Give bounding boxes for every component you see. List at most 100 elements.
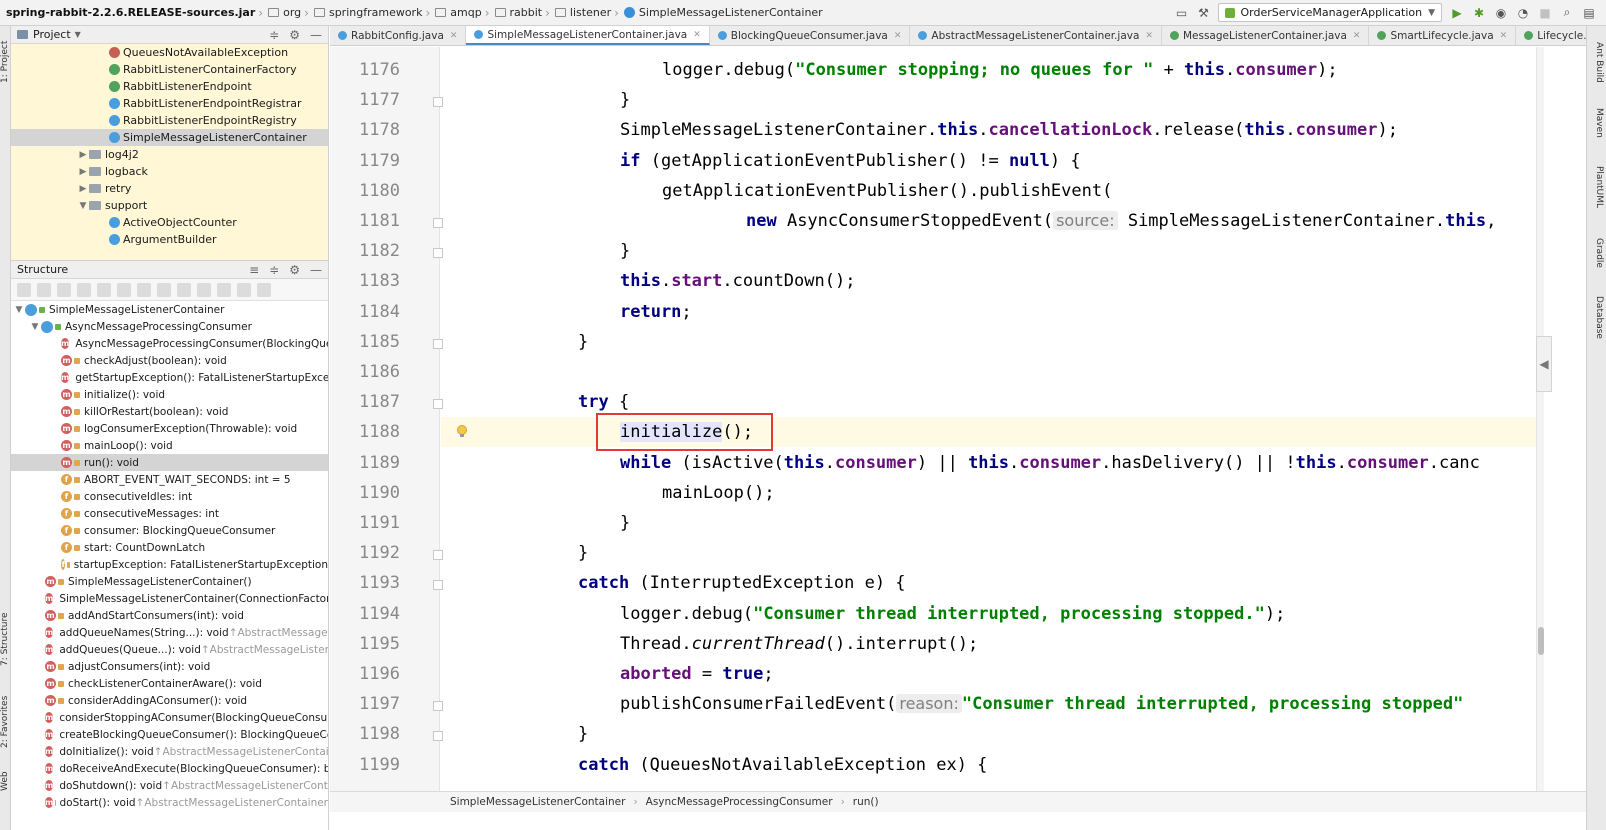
editor-gutter[interactable]: 1176 1177 1178 1179 1180 1181 1182 1183 1184 1185…: [330, 47, 440, 791]
collapse-all-icon[interactable]: ≑: [269, 263, 279, 277]
collapse-icon[interactable]: [217, 282, 231, 297]
favorites-tool-tab[interactable]: 2: Favorites: [0, 686, 11, 758]
code-line[interactable]: return;: [441, 297, 692, 327]
code-line[interactable]: }: [441, 236, 630, 266]
run-configuration-select[interactable]: OrderServiceManagerApplication ▼: [1218, 3, 1442, 22]
code-line[interactable]: while (isActive(this.consumer) || this.c…: [441, 448, 1480, 478]
structure-tree-item[interactable]: ▼ AsyncMessageProcessingConsumer: [11, 318, 328, 335]
group-icon[interactable]: [57, 282, 71, 297]
code-line[interactable]: }: [441, 85, 630, 115]
breadcrumb-item[interactable]: org: [266, 6, 301, 19]
plantuml-tab[interactable]: PlantUML: [1590, 166, 1604, 230]
database-tab[interactable]: Database: [1590, 296, 1604, 362]
project-tree-item[interactable]: QueuesNotAvailableException: [11, 44, 328, 61]
chevron-down-icon[interactable]: ▼: [77, 201, 89, 211]
code-line[interactable]: catch (QueuesNotAvailableException ex) {: [441, 750, 987, 780]
structure-tree-item[interactable]: m considerAddingAConsumer(): void: [11, 692, 328, 709]
structure-tree-item[interactable]: m doInitialize(): void ↑AbstractMessageLis…: [11, 743, 328, 760]
show-lambdas-icon[interactable]: [137, 282, 151, 297]
stop-icon[interactable]: ■: [1538, 6, 1552, 20]
breadcrumb-item[interactable]: springframework: [312, 6, 422, 19]
structure-tree-item[interactable]: m addQueueNames(String...): void ↑Abstract…: [11, 624, 328, 641]
code-line[interactable]: if (getApplicationEventPublisher() != nu…: [441, 146, 1081, 176]
code-editor[interactable]: 1176 1177 1178 1179 1180 1181 1182 1183 1184 1185…: [330, 47, 1536, 791]
scrollbar-thumb[interactable]: [1538, 627, 1544, 655]
breadcrumb-item[interactable]: amqp: [433, 6, 482, 19]
debug-icon[interactable]: ✱: [1472, 6, 1486, 20]
search-icon[interactable]: ⌕: [1560, 5, 1574, 20]
project-tree-item[interactable]: ▼ support: [11, 197, 328, 214]
status-breadcrumb-item[interactable]: run(): [853, 796, 879, 808]
gradle-tab[interactable]: Gradle: [1590, 238, 1604, 288]
project-tree-item[interactable]: ▶ log4j2: [11, 146, 328, 163]
project-tree-item[interactable]: RabbitListenerEndpointRegistrar: [11, 95, 328, 112]
structure-tree-item[interactable]: m doReceiveAndExecute(BlockingQueueConsum…: [11, 760, 328, 777]
close-icon[interactable]: ✕: [693, 30, 701, 40]
structure-tree-item[interactable]: f consecutiveIdles: int: [11, 488, 328, 505]
show-inherited-icon[interactable]: [177, 282, 191, 297]
expand-icon[interactable]: [197, 282, 211, 297]
show-properties-icon[interactable]: [77, 282, 91, 297]
code-line[interactable]: }: [441, 538, 588, 568]
structure-tree-item[interactable]: f consecutiveMessages: int: [11, 505, 328, 522]
hide-icon[interactable]: —: [310, 263, 322, 277]
autoscroll-to-source-icon[interactable]: [237, 282, 251, 297]
structure-tree-item[interactable]: f consumer: BlockingQueueConsumer: [11, 522, 328, 539]
editor-tab[interactable]: SimpleMessageListenerContainer.java ✕: [466, 26, 710, 45]
structure-tree-item[interactable]: m logConsumerException(Throwable): void: [11, 420, 328, 437]
ant-build-tab[interactable]: Ant Build: [1590, 42, 1604, 102]
coverage-icon[interactable]: ◉: [1494, 6, 1508, 20]
editor-tab[interactable]: AbstractMessageListenerContainer.java ✕: [910, 26, 1162, 45]
structure-tree-item[interactable]: f ABORT_EVENT_WAIT_SECONDS: int = 5: [11, 471, 328, 488]
sort-alpha-icon[interactable]: [17, 282, 31, 297]
structure-tree-item[interactable]: m AsyncMessageProcessingConsumer(Blocking…: [11, 335, 328, 352]
project-tree-item[interactable]: ▶ logback: [11, 163, 328, 180]
structure-tree-item[interactable]: m mainLoop(): void: [11, 437, 328, 454]
breadcrumb-item[interactable]: rabbit: [493, 6, 542, 19]
chevron-right-icon[interactable]: ▶: [77, 167, 89, 177]
project-panel-title[interactable]: Project: [33, 28, 71, 41]
code-line[interactable]: mainLoop();: [441, 478, 775, 508]
code-line[interactable]: logger.debug("Consumer thread interrupte…: [441, 599, 1285, 629]
code-line[interactable]: logger.debug("Consumer stopping; no queu…: [441, 55, 1338, 85]
project-tool-tab[interactable]: 1: Project: [0, 30, 11, 94]
code-line[interactable]: }: [441, 508, 630, 538]
structure-tree-item[interactable]: m checkAdjust(boolean): void: [11, 352, 328, 369]
editor-scrollbar[interactable]: [1536, 47, 1544, 791]
close-icon[interactable]: ✕: [450, 31, 458, 41]
web-tool-tab[interactable]: Web: [0, 766, 11, 796]
show-nonpublic-icon[interactable]: [117, 282, 131, 297]
sort-visibility-icon[interactable]: [37, 282, 51, 297]
chevron-right-icon[interactable]: ▶: [77, 184, 89, 194]
structure-tree-item[interactable]: f start: CountDownLatch: [11, 539, 328, 556]
structure-tree-item[interactable]: m initialize(): void: [11, 386, 328, 403]
project-tree-item[interactable]: RabbitListenerContainerFactory: [11, 61, 328, 78]
collapse-sidebar-icon[interactable]: ◀: [1536, 336, 1552, 392]
code-line[interactable]: getApplicationEventPublisher().publishEv…: [441, 176, 1112, 206]
editor-tab[interactable]: Lifecycle.java✕: [1516, 26, 1586, 45]
editor-tab[interactable]: RabbitConfig.java ✕: [330, 26, 467, 45]
structure-tree-item[interactable]: m addQueues(Queue...): void ↑AbstractMessa…: [11, 641, 328, 658]
chevron-down-icon[interactable]: ▼: [29, 322, 41, 332]
project-tree-item[interactable]: ActiveObjectCounter: [11, 214, 328, 231]
editor-tab[interactable]: MessageListenerContainer.java ✕: [1162, 26, 1370, 45]
structure-tree-item[interactable]: m createBlockingQueueConsumer(): Blocking…: [11, 726, 328, 743]
structure-tree-item[interactable]: m checkListenerContainerAware(): void: [11, 675, 328, 692]
gear-icon[interactable]: ⚙: [289, 263, 300, 277]
lightbulb-icon[interactable]: [456, 425, 468, 439]
close-icon[interactable]: ✕: [1145, 31, 1153, 41]
editor-tab[interactable]: SmartLifecycle.java ✕: [1369, 26, 1517, 45]
structure-tree-item[interactable]: f startupException: FatalListenerStartupE…: [11, 556, 328, 573]
structure-tree-item[interactable]: m addAndStartConsumers(int): void: [11, 607, 328, 624]
chevron-down-icon[interactable]: ▼: [13, 305, 25, 315]
structure-tree-item[interactable]: m adjustConsumers(int): void: [11, 658, 328, 675]
expand-all-icon[interactable]: ≡: [249, 263, 259, 277]
close-icon[interactable]: ✕: [1353, 31, 1361, 41]
project-tree-item[interactable]: RabbitListenerEndpoint: [11, 78, 328, 95]
code-line[interactable]: new AsyncConsumerStoppedEvent(source: Si…: [441, 206, 1496, 236]
structure-tree-item[interactable]: m killOrRestart(boolean): void: [11, 403, 328, 420]
gear-icon[interactable]: ⚙: [289, 28, 300, 42]
structure-tree-item[interactable]: m doShutdown(): void ↑AbstractMessageListe…: [11, 777, 328, 794]
code-line[interactable]: this.start.countDown();: [441, 266, 855, 296]
editor-tab[interactable]: BlockingQueueConsumer.java ✕: [710, 26, 911, 45]
